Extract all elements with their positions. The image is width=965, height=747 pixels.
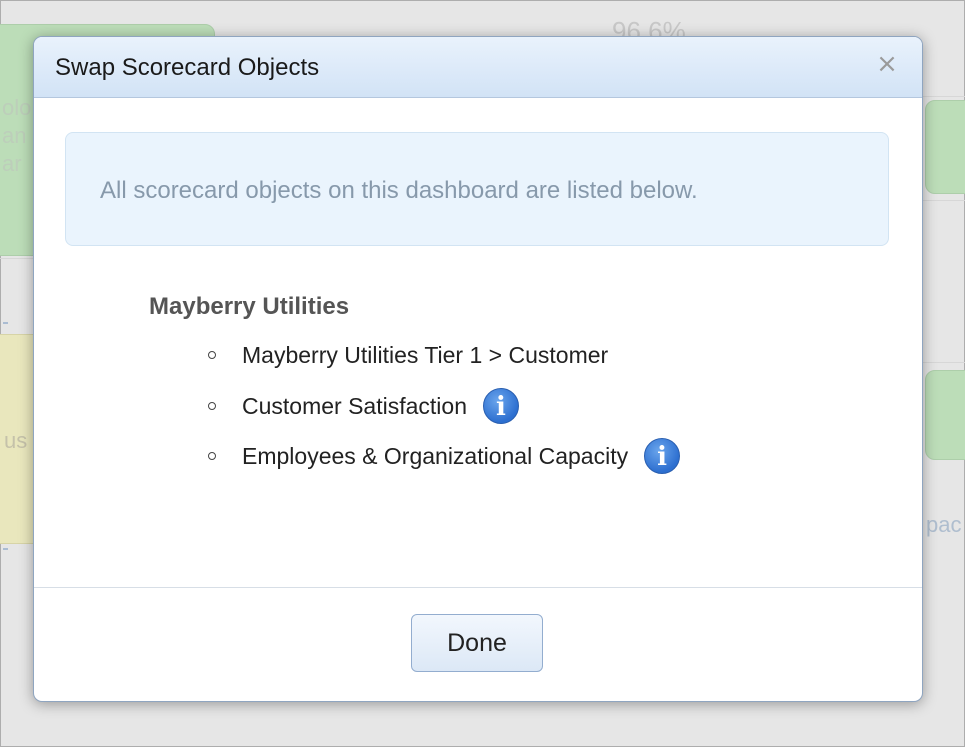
info-icon[interactable]: i — [482, 388, 519, 424]
scorecard-object-link[interactable]: Employees & Organizational Capacity — [242, 443, 628, 470]
footer-divider — [34, 587, 922, 588]
info-icon[interactable]: i — [644, 438, 681, 474]
list-item: Customer Satisfaction i — [208, 388, 519, 424]
list-item: Mayberry Utilities Tier 1 > Customer — [208, 340, 608, 370]
done-button[interactable]: Done — [411, 614, 543, 672]
list-item: Employees & Organizational Capacity i — [208, 438, 681, 474]
scorecard-object-link[interactable]: Mayberry Utilities Tier 1 > Customer — [242, 342, 608, 369]
scorecard-group-title: Mayberry Utilities — [149, 293, 350, 320]
bullet-icon — [208, 452, 216, 460]
close-icon[interactable]: × — [874, 51, 900, 77]
dialog-title: Swap Scorecard Objects — [55, 54, 320, 81]
info-message: All scorecard objects on this dashboard … — [100, 177, 698, 204]
bullet-icon — [208, 402, 216, 410]
bullet-icon — [208, 351, 216, 359]
swap-scorecard-dialog: Swap Scorecard Objects × All scorecard o… — [33, 36, 923, 702]
scorecard-object-link[interactable]: Customer Satisfaction — [242, 393, 467, 420]
dialog-header: Swap Scorecard Objects × — [34, 37, 922, 98]
info-message-box: All scorecard objects on this dashboard … — [65, 132, 889, 246]
